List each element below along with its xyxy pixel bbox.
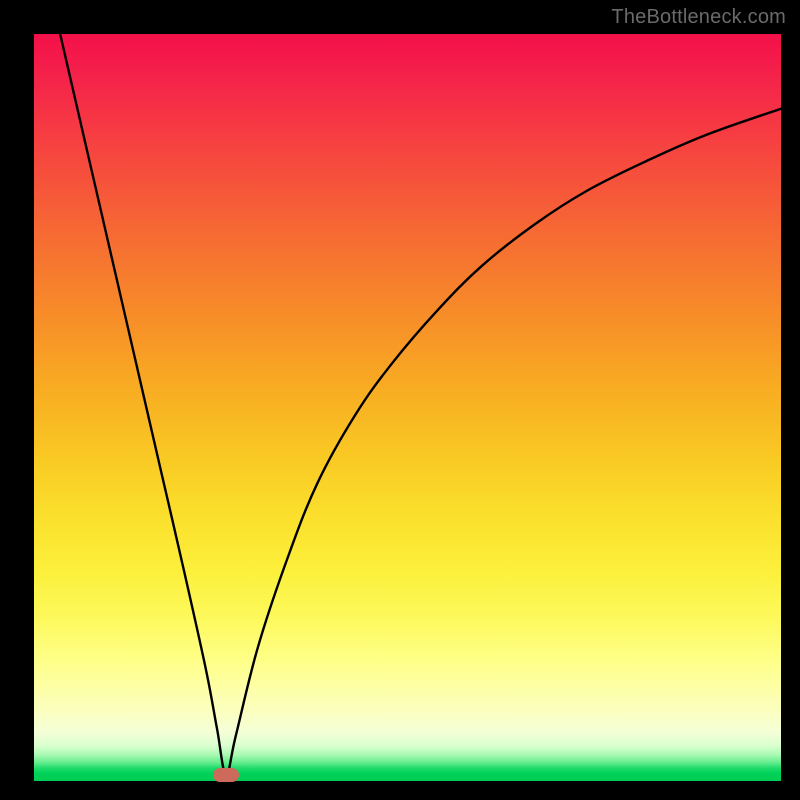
watermark-text: TheBottleneck.com: [611, 6, 786, 29]
plot-area: [34, 34, 781, 781]
optimum-marker: [213, 768, 239, 782]
chart-frame: TheBottleneck.com: [0, 0, 800, 800]
bottleneck-curve: [34, 34, 781, 781]
